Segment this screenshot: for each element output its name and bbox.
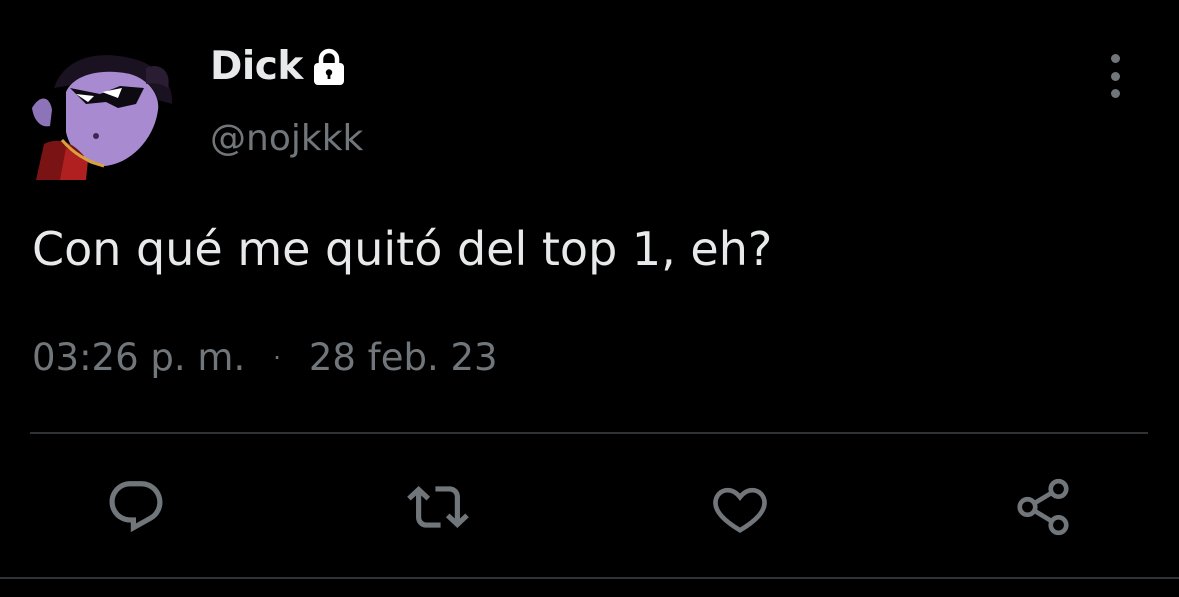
avatar-image (26, 48, 182, 180)
handle[interactable]: @nojkkk (210, 118, 363, 159)
action-bar (0, 470, 1179, 550)
avatar[interactable] (26, 48, 182, 180)
tweet-time[interactable]: 03:26 p. m. (32, 336, 245, 379)
heart-icon (713, 487, 767, 533)
share-icon (1017, 478, 1069, 536)
meta-separator: · (273, 343, 281, 372)
tweet-text: Con qué me quitó del top 1, eh? (32, 222, 773, 276)
display-name-row[interactable]: Dick (210, 44, 349, 89)
reply-button[interactable] (99, 470, 173, 544)
divider (30, 432, 1148, 434)
reply-icon (109, 481, 163, 533)
display-name[interactable]: Dick (210, 44, 303, 89)
tweet-date[interactable]: 28 feb. 23 (309, 336, 498, 379)
like-button[interactable] (703, 470, 777, 544)
retweet-button[interactable] (401, 470, 475, 544)
share-button[interactable] (1006, 470, 1080, 544)
tweet-meta: 03:26 p. m. · 28 feb. 23 (32, 336, 498, 379)
bottom-divider (0, 577, 1179, 579)
lock-icon (309, 47, 349, 87)
more-vertical-icon[interactable] (1098, 54, 1132, 98)
retweet-icon (407, 486, 469, 528)
